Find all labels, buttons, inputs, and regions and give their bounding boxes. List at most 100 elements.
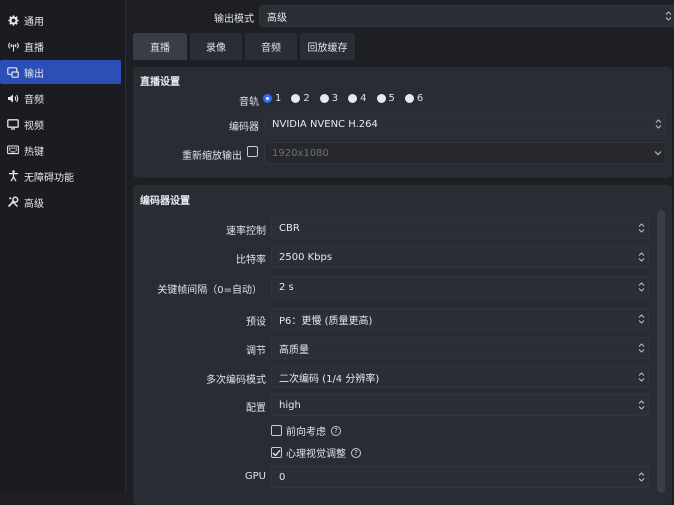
keyboard-icon xyxy=(6,143,20,157)
lookahead-option[interactable]: 前向考虑 ? xyxy=(271,423,341,438)
audio-track-label: 音轨 xyxy=(239,97,259,108)
track-label-5: 5 xyxy=(388,93,395,104)
tab-audio[interactable]: 音频 xyxy=(245,33,297,60)
stream-settings-title: 直播设置 xyxy=(140,77,180,88)
multipass-mode-label: 多次编码模式 xyxy=(206,375,266,386)
sidebar-item-output[interactable]: 输出 xyxy=(0,60,121,84)
encoder-value: NVIDIA NVENC H.264 xyxy=(272,118,378,130)
multipass-mode-value: 二次编码 (1/4 分辨率) xyxy=(279,373,380,385)
track-radio-3[interactable] xyxy=(319,94,329,103)
sidebar-item-video[interactable]: 视频 xyxy=(0,112,121,136)
keyframe-interval-label: 关键帧间隔（0=自动） xyxy=(157,285,262,296)
spin-arrows-icon[interactable] xyxy=(634,467,648,487)
tab-stream[interactable]: 直播 xyxy=(133,33,187,60)
updown-arrows-icon xyxy=(651,114,665,134)
track-label-3: 3 xyxy=(331,93,339,104)
output-mode-label: 输出模式 xyxy=(214,14,254,25)
bitrate-value: 2500 Kbps xyxy=(279,251,333,263)
keyframe-interval-value: 2 s xyxy=(279,281,294,293)
profile-value: high xyxy=(279,399,301,411)
rescale-output-label: 重新缩放输出 xyxy=(182,151,242,162)
sidebar-item-accessibility[interactable]: 无障碍功能 xyxy=(0,164,121,188)
sidebar-item-label: 视频 xyxy=(24,120,44,132)
track-radio-4[interactable] xyxy=(348,94,358,103)
help-icon[interactable]: ? xyxy=(331,425,341,436)
spin-arrows-icon[interactable] xyxy=(634,277,648,297)
sidebar-item-audio[interactable]: 音频 xyxy=(0,86,121,110)
monitor-icon xyxy=(6,117,20,131)
rate-control-select[interactable]: CBR xyxy=(271,217,649,239)
preset-label: 预设 xyxy=(246,317,266,328)
encoder-settings-scrollbar[interactable] xyxy=(657,210,665,493)
bitrate-label: 比特率 xyxy=(236,255,266,266)
profile-select[interactable]: high xyxy=(271,394,649,416)
spin-arrows-icon[interactable] xyxy=(634,247,648,267)
track-radio-5[interactable] xyxy=(376,94,386,103)
preset-value: P6：更慢 (质量更高) xyxy=(279,315,373,327)
rate-control-label: 速率控制 xyxy=(226,226,266,237)
wrench-icon xyxy=(6,195,20,209)
encoder-settings-title: 编码器设置 xyxy=(140,196,190,207)
psycho-visual-checkbox[interactable] xyxy=(271,447,282,458)
profile-label: 配置 xyxy=(246,403,266,414)
help-icon[interactable]: ? xyxy=(351,447,361,458)
keyframe-interval-spinbox[interactable]: 2 s xyxy=(271,276,649,298)
output-mode-value: 高级 xyxy=(267,12,287,24)
track-label-1: 1 xyxy=(275,93,282,104)
multipass-mode-select[interactable]: 二次编码 (1/4 分辨率) xyxy=(271,366,649,388)
rescale-resolution-value: 1920x1080 xyxy=(272,147,329,159)
track-radio-1[interactable] xyxy=(263,94,272,103)
tuning-value: 高质量 xyxy=(279,344,309,356)
audio-track-group: 1 2 3 4 5 6 xyxy=(263,93,423,104)
sidebar-item-label: 无障碍功能 xyxy=(24,172,74,184)
updown-arrows-icon xyxy=(634,338,648,358)
tab-recording[interactable]: 录像 xyxy=(190,33,242,60)
gear-icon xyxy=(6,13,20,27)
updown-arrows-icon xyxy=(634,309,648,329)
sidebar-item-label: 输出 xyxy=(24,68,44,80)
sidebar-item-stream[interactable]: 直播 xyxy=(0,34,121,58)
accessibility-icon xyxy=(6,169,20,183)
sidebar-item-advanced[interactable]: 高级 xyxy=(0,190,121,214)
lookahead-checkbox[interactable] xyxy=(271,425,282,436)
speaker-icon xyxy=(6,91,20,105)
tuning-label: 调节 xyxy=(246,346,266,357)
track-label-2: 2 xyxy=(303,93,310,104)
rate-control-value: CBR xyxy=(279,222,300,234)
chevron-down-icon xyxy=(651,143,665,163)
track-radio-6[interactable] xyxy=(404,94,414,103)
sidebar-item-label: 高级 xyxy=(24,198,44,210)
sidebar-item-label: 热键 xyxy=(24,146,44,158)
gpu-spinbox[interactable]: 0 xyxy=(271,466,649,488)
gpu-value: 0 xyxy=(279,471,286,483)
lookahead-label: 前向考虑 xyxy=(286,427,326,438)
bitrate-spinbox[interactable]: 2500 Kbps xyxy=(271,246,649,268)
output-mode-select[interactable]: 高级 xyxy=(259,5,674,27)
track-label-4: 4 xyxy=(360,93,367,104)
gpu-label: GPU xyxy=(244,471,266,482)
track-radio-2[interactable] xyxy=(291,94,301,103)
updown-arrows-icon xyxy=(661,6,674,26)
settings-sidebar: 通用 直播 输出 音频 视频 热键 无障碍功能 高级 xyxy=(0,0,126,493)
broadcast-icon xyxy=(6,39,20,53)
encoder-select[interactable]: NVIDIA NVENC H.264 xyxy=(264,113,666,135)
encoder-label: 编码器 xyxy=(229,122,259,133)
updown-arrows-icon xyxy=(634,218,648,238)
track-label-6: 6 xyxy=(416,93,424,104)
rescale-resolution-select[interactable]: 1920x1080 xyxy=(264,142,666,164)
preset-select[interactable]: P6：更慢 (质量更高) xyxy=(271,308,649,330)
updown-arrows-icon xyxy=(634,367,648,387)
output-icon xyxy=(6,65,20,79)
psycho-visual-option[interactable]: 心理视觉调整 ? xyxy=(271,445,361,460)
sidebar-item-general[interactable]: 通用 xyxy=(0,8,121,32)
sidebar-item-label: 通用 xyxy=(24,16,44,28)
tab-replay-buffer[interactable]: 回放缓存 xyxy=(300,33,355,60)
psycho-visual-label: 心理视觉调整 xyxy=(286,449,346,460)
sidebar-item-label: 直播 xyxy=(24,42,44,54)
tuning-select[interactable]: 高质量 xyxy=(271,337,649,359)
sidebar-item-hotkeys[interactable]: 热键 xyxy=(0,138,121,162)
checkmark-icon xyxy=(272,449,281,456)
rescale-output-checkbox[interactable] xyxy=(247,146,258,157)
updown-arrows-icon xyxy=(634,395,648,415)
sidebar-item-label: 音频 xyxy=(24,94,44,106)
